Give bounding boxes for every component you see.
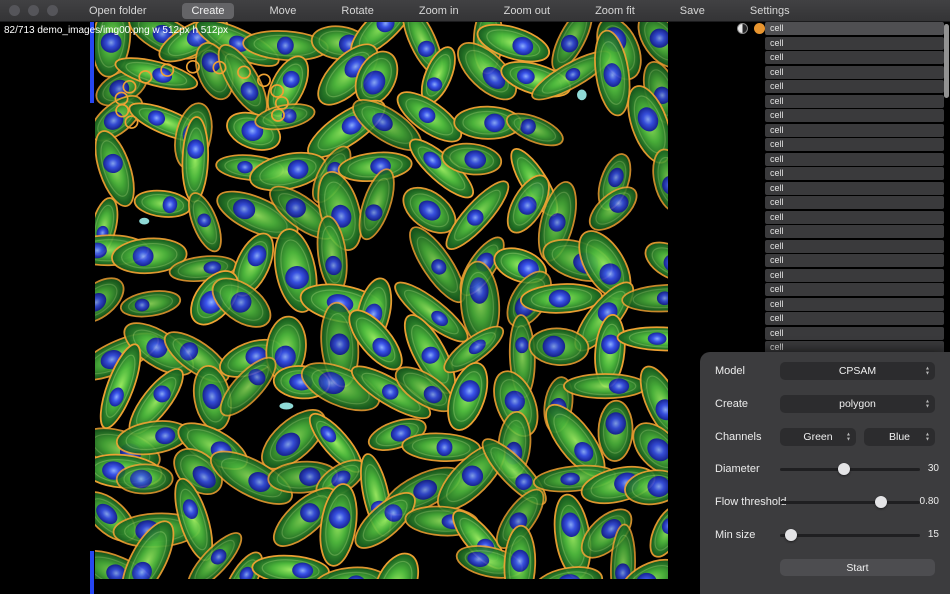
toolbar: Open folder Create Move Rotate Zoom in Z… [0,0,950,22]
flow-threshold-label: Flow threshold [715,496,787,508]
channel-2-dropdown[interactable]: Blue ▲▼ [864,428,935,446]
main-content: 82/713 demo_images/img00.png w 512px h 5… [0,22,950,594]
list-item[interactable]: cell [765,254,944,267]
list-item[interactable]: cell [765,182,944,195]
list-item[interactable]: cell [765,153,944,166]
min-size-row: Min size 15 [700,526,950,546]
chevron-updown-icon: ▲▼ [925,433,930,442]
min-size-slider[interactable] [780,526,920,544]
list-item[interactable]: cell [765,269,944,282]
list-item[interactable]: cell [765,327,944,340]
close-button[interactable] [9,5,20,16]
settings-button[interactable]: Settings [741,3,799,19]
chevron-updown-icon: ▲▼ [846,433,851,442]
slider-handle[interactable] [785,529,797,541]
start-button[interactable]: Start [780,559,935,576]
create-dropdown[interactable]: polygon ▲▼ [780,395,935,413]
flow-threshold-slider[interactable] [780,493,920,511]
list-item[interactable]: cell [765,22,944,35]
list-item[interactable]: cell [765,80,944,93]
scrollbar-thumb[interactable] [944,24,949,98]
chevron-updown-icon: ▲▼ [925,367,930,376]
diameter-label: Diameter [715,463,760,475]
list-item[interactable]: cell [765,37,944,50]
flow-threshold-value: 0.80 [920,496,939,507]
channel-1-dropdown[interactable]: Green ▲▼ [780,428,856,446]
settings-panel: Model CPSAM ▲▼ Create polygon ▲▼ Channel… [700,352,950,594]
saturation-bar-bottom [90,551,94,594]
move-button[interactable]: Move [261,3,306,19]
list-item[interactable]: cell [765,240,944,253]
channel-2-value: Blue [889,431,910,443]
slider-track [780,501,920,504]
create-button[interactable]: Create [182,3,233,19]
list-item[interactable]: cell [765,196,944,209]
create-value: polygon [839,398,876,410]
diameter-slider[interactable] [780,460,920,478]
list-item[interactable]: cell [765,109,944,122]
zoom-in-button[interactable]: Zoom in [410,3,468,19]
contrast-icon[interactable] [737,23,748,34]
list-item[interactable]: cell [765,211,944,224]
list-item[interactable]: cell [765,138,944,151]
list-item[interactable]: cell [765,225,944,238]
list-item[interactable]: cell [765,124,944,137]
model-value: CPSAM [839,365,876,377]
list-rows: cellcellcellcellcellcellcellcellcellcell… [737,37,950,369]
zoom-window-button[interactable] [47,5,58,16]
list-controls: cell [737,22,950,35]
create-label: Create [715,398,748,410]
diameter-row: Diameter 30 [700,460,950,480]
mask-color-swatch[interactable] [754,23,765,34]
channel-1-value: Green [803,431,832,443]
zoom-fit-button[interactable]: Zoom fit [586,3,644,19]
model-dropdown[interactable]: CPSAM ▲▼ [780,362,935,380]
status-text: 82/713 demo_images/img00.png w 512px h 5… [4,25,228,36]
slider-track [780,534,920,537]
open-folder-button[interactable]: Open folder [80,3,155,19]
list-item[interactable]: cell [765,298,944,311]
list-item[interactable]: cell [765,95,944,108]
list-item[interactable]: cell [765,66,944,79]
image-canvas[interactable] [95,22,668,579]
zoom-out-button[interactable]: Zoom out [495,3,559,19]
list-item[interactable]: cell [765,312,944,325]
slider-handle[interactable] [875,496,887,508]
list-item[interactable]: cell [765,51,944,64]
list-item[interactable]: cell [765,283,944,296]
create-row: Create polygon ▲▼ [700,395,950,415]
min-size-label: Min size [715,529,755,541]
diameter-value: 30 [928,463,939,474]
slider-handle[interactable] [838,463,850,475]
model-row: Model CPSAM ▲▼ [700,362,950,382]
chevron-updown-icon: ▲▼ [925,400,930,409]
save-button[interactable]: Save [671,3,714,19]
model-label: Model [715,365,745,377]
minimize-button[interactable] [28,5,39,16]
min-size-value: 15 [928,529,939,540]
channels-label: Channels [715,431,761,443]
channels-row: Channels Green ▲▼ Blue ▲▼ [700,428,950,448]
list-item[interactable]: cell [765,167,944,180]
flow-threshold-row: Flow threshold 0.80 [700,493,950,513]
traffic-lights [9,5,58,16]
toolbar-items: Open folder Create Move Rotate Zoom in Z… [80,3,799,19]
rotate-button[interactable]: Rotate [332,3,382,19]
list-item-label: cell [770,23,784,33]
